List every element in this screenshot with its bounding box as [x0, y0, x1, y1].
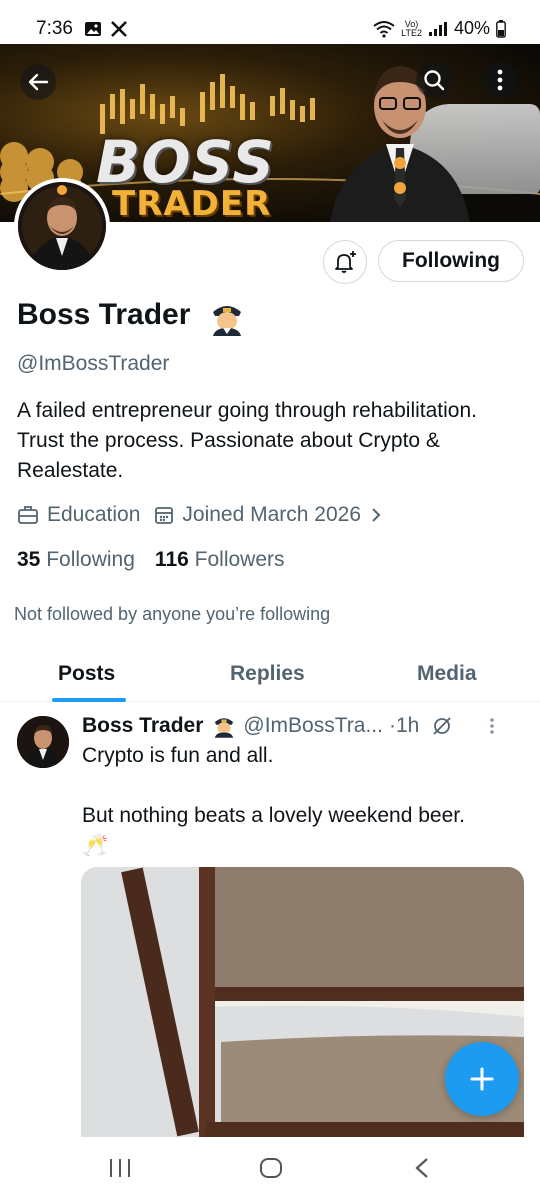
system-navigation-bar [0, 1137, 540, 1199]
status-left-icons [84, 20, 128, 38]
gallery-icon [85, 22, 101, 36]
search-icon [424, 70, 445, 91]
profile-bio: A failed entrepreneur going through reha… [17, 399, 477, 482]
tab-media[interactable]: Media [417, 662, 477, 686]
x-logo-icon [111, 21, 127, 37]
back-nav-icon[interactable] [414, 1157, 430, 1179]
profile-tabs: Posts Replies Media [0, 644, 540, 702]
plus-icon [470, 1067, 494, 1091]
post-avatar-image [17, 716, 69, 768]
status-right: Vo) LTE2 40% [373, 18, 506, 39]
chevron-right-icon [372, 508, 381, 522]
avatar-image [18, 182, 106, 270]
network-label: Vo) LTE2 [401, 18, 422, 38]
more-options-button[interactable] [482, 62, 518, 98]
profile-meta: Education Joined March 2026 [17, 503, 397, 527]
joined-label: Joined March 2026 [182, 503, 362, 526]
pilot-emoji-icon [215, 718, 234, 738]
tab-replies[interactable]: Replies [230, 662, 305, 686]
clinking-glasses-emoji: 🥂 [82, 834, 109, 857]
bell-plus-icon [335, 251, 356, 273]
search-button[interactable] [416, 62, 452, 98]
wifi-icon [373, 20, 395, 38]
category-label: Education [47, 503, 141, 526]
signal-icon [428, 21, 447, 36]
post-author-name[interactable]: Boss Trader [82, 714, 203, 738]
tab-posts[interactable]: Posts [58, 662, 115, 686]
post-time[interactable]: ·1h [389, 714, 419, 738]
briefcase-icon [18, 506, 38, 524]
battery-icon [496, 19, 506, 38]
post-avatar[interactable] [17, 716, 69, 768]
status-time: 7:36 [36, 18, 73, 39]
not-followed-notice: Not followed by anyone you’re following [14, 604, 331, 624]
active-tab-indicator [52, 698, 126, 702]
home-icon[interactable] [259, 1157, 283, 1179]
profile-handle: @ImBossTrader [17, 352, 170, 375]
more-vertical-icon [497, 69, 503, 91]
following-stat[interactable]: 35 Following [17, 548, 135, 572]
banner-title-boss: BOSS [96, 128, 275, 196]
calendar-icon [155, 507, 174, 524]
pilot-emoji-icon [213, 306, 241, 336]
banner-title-trader: TRADER [112, 184, 272, 222]
profile-avatar[interactable] [14, 178, 110, 274]
post-text: Crypto is fun and all. But nothing beats… [82, 741, 522, 861]
compose-button[interactable] [445, 1042, 519, 1116]
follow-stats: 35 Following 116 Followers [17, 548, 285, 572]
post-header: Boss Trader @ImBossTra... ·1h [82, 714, 495, 738]
grok-icon[interactable] [431, 715, 453, 737]
arrow-left-icon [28, 73, 49, 91]
battery-percent: 40% [453, 18, 490, 38]
following-button[interactable]: Following [378, 240, 524, 282]
back-button[interactable] [20, 64, 56, 100]
status-bar: 7:36 Vo) LTE2 40% [0, 0, 540, 44]
notifications-button[interactable] [323, 240, 367, 284]
category-item: Education [17, 503, 140, 527]
followers-stat[interactable]: 116 Followers [155, 548, 285, 572]
post-author-handle[interactable]: @ImBossTra... [243, 714, 383, 738]
joined-item[interactable]: Joined March 2026 [154, 503, 383, 527]
post-more-icon[interactable] [489, 717, 495, 735]
recent-apps-icon[interactable] [108, 1157, 132, 1179]
display-name: Boss Trader [17, 298, 191, 331]
